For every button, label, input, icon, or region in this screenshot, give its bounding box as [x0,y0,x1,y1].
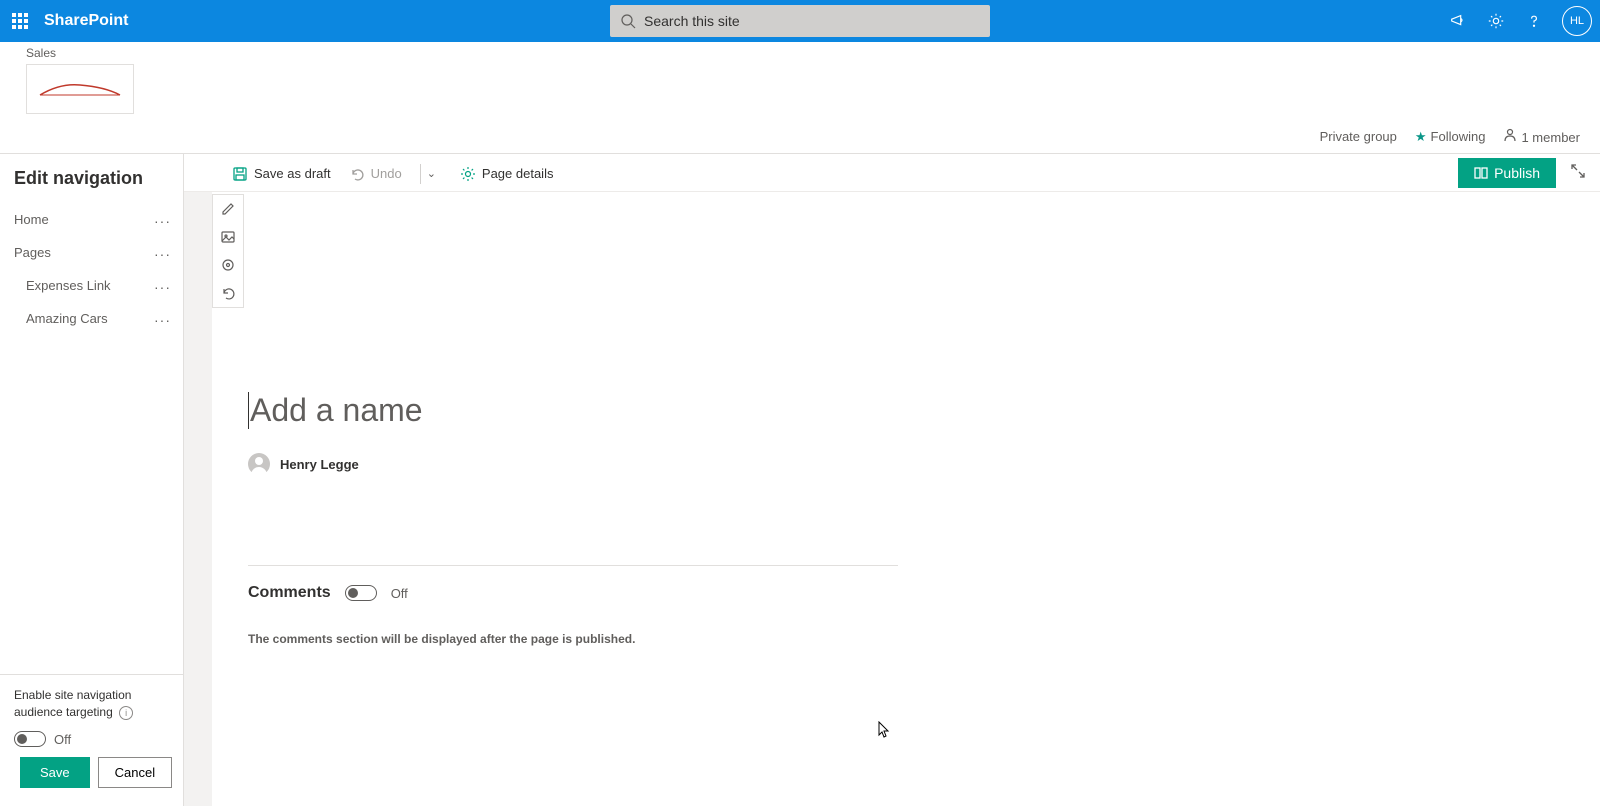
page-details-label: Page details [482,166,554,181]
edit-navigation-title: Edit navigation [0,168,183,203]
site-title[interactable]: Sales [26,46,1600,60]
expand-editor-button[interactable] [1570,163,1588,181]
help-icon[interactable] [1524,11,1544,31]
page-body: Henry Legge Comments Off The comments se… [212,192,1600,646]
nav-item-pages[interactable]: Pages ··· [0,236,183,269]
site-header: Sales Private group ★ Following 1 member [0,42,1600,154]
main-area: Edit navigation Home ··· Pages ··· Expen… [0,154,1600,806]
comments-title: Comments [248,584,331,602]
nav-item-more-icon[interactable]: ··· [154,246,171,262]
nav-item-more-icon[interactable]: ··· [154,213,171,229]
reset-tool-button[interactable] [213,279,243,307]
top-bar-right: HL [1448,6,1592,36]
canvas-gutter [184,192,212,806]
members-count-label: 1 member [1521,130,1580,145]
car-logo-graphic [35,77,125,101]
site-privacy-label: Private group [1320,129,1397,144]
nav-item-more-icon[interactable]: ··· [154,312,171,328]
save-button[interactable]: Save [20,757,90,788]
audience-targeting-toggle[interactable] [14,731,46,747]
save-draft-label: Save as draft [254,166,331,181]
undo-dropdown-chevron[interactable]: ⌄ [420,164,442,184]
comments-section: Comments Off The comments section will b… [248,565,898,646]
focal-point-tool-button[interactable] [213,251,243,279]
gear-icon [460,166,476,182]
title-area-side-tools [212,194,244,308]
save-icon [232,166,248,182]
publish-button[interactable]: Publish [1458,158,1556,188]
global-top-bar: SharePoint HL [0,0,1600,42]
site-meta-row: Private group ★ Following 1 member [1320,128,1580,145]
edit-tool-button[interactable] [213,195,243,223]
image-tool-button[interactable] [213,223,243,251]
site-logo[interactable] [26,64,134,114]
following-button[interactable]: ★ Following [1415,129,1486,145]
product-brand[interactable]: SharePoint [44,12,128,30]
waffle-icon [12,13,28,29]
save-as-draft-button[interactable]: Save as draft [232,166,331,182]
author-avatar[interactable] [248,453,270,475]
user-avatar[interactable]: HL [1562,6,1592,36]
following-label: Following [1431,129,1486,144]
nav-item-amazing-cars[interactable]: Amazing Cars ··· [0,302,183,335]
page-title-input[interactable] [248,392,848,429]
author-row: Henry Legge [248,453,1600,475]
nav-item-home[interactable]: Home ··· [0,203,183,236]
nav-item-label: Pages [14,245,51,260]
megaphone-icon[interactable] [1448,11,1468,31]
settings-gear-icon[interactable] [1486,11,1506,31]
search-icon [620,13,636,29]
comments-note: The comments section will be displayed a… [248,632,898,646]
members-button[interactable]: 1 member [1503,128,1580,145]
author-name[interactable]: Henry Legge [280,457,359,472]
nav-item-label: Home [14,212,49,227]
search-input[interactable] [610,5,990,37]
search-container [610,5,990,37]
info-icon[interactable]: i [119,706,133,720]
audience-targeting-label: Enable site navigation audience targetin… [14,687,169,721]
undo-label: Undo [371,166,402,181]
nav-item-expenses-link[interactable]: Expenses Link ··· [0,269,183,302]
publish-label: Publish [1494,165,1540,181]
edit-navigation-panel: Edit navigation Home ··· Pages ··· Expen… [0,154,184,806]
page-details-button[interactable]: Page details [460,166,554,182]
publish-icon [1474,166,1488,180]
left-panel-buttons: Save Cancel [14,747,169,794]
page-toolbar: Save as draft Undo ⌄ Page details Publis… [184,156,1600,192]
person-icon [1503,128,1517,142]
nav-item-more-icon[interactable]: ··· [154,279,171,295]
comments-toggle[interactable] [345,585,377,601]
cursor-pointer-icon [878,721,890,739]
audience-toggle-state: Off [54,732,71,747]
undo-button[interactable]: Undo [349,166,402,182]
nav-items-list: Home ··· Pages ··· Expenses Link ··· Ama… [0,203,183,674]
content-editor-area: Save as draft Undo ⌄ Page details Publis… [184,154,1600,806]
cancel-button[interactable]: Cancel [98,757,172,788]
star-icon: ★ [1415,129,1427,144]
comments-header: Comments Off [248,584,898,602]
app-launcher-button[interactable] [0,0,40,42]
left-panel-footer: Enable site navigation audience targetin… [0,674,183,806]
comments-toggle-state: Off [391,586,408,601]
nav-item-label: Amazing Cars [26,311,108,326]
nav-item-label: Expenses Link [26,278,111,293]
audience-toggle-row: Off [14,731,169,747]
undo-icon [349,166,365,182]
